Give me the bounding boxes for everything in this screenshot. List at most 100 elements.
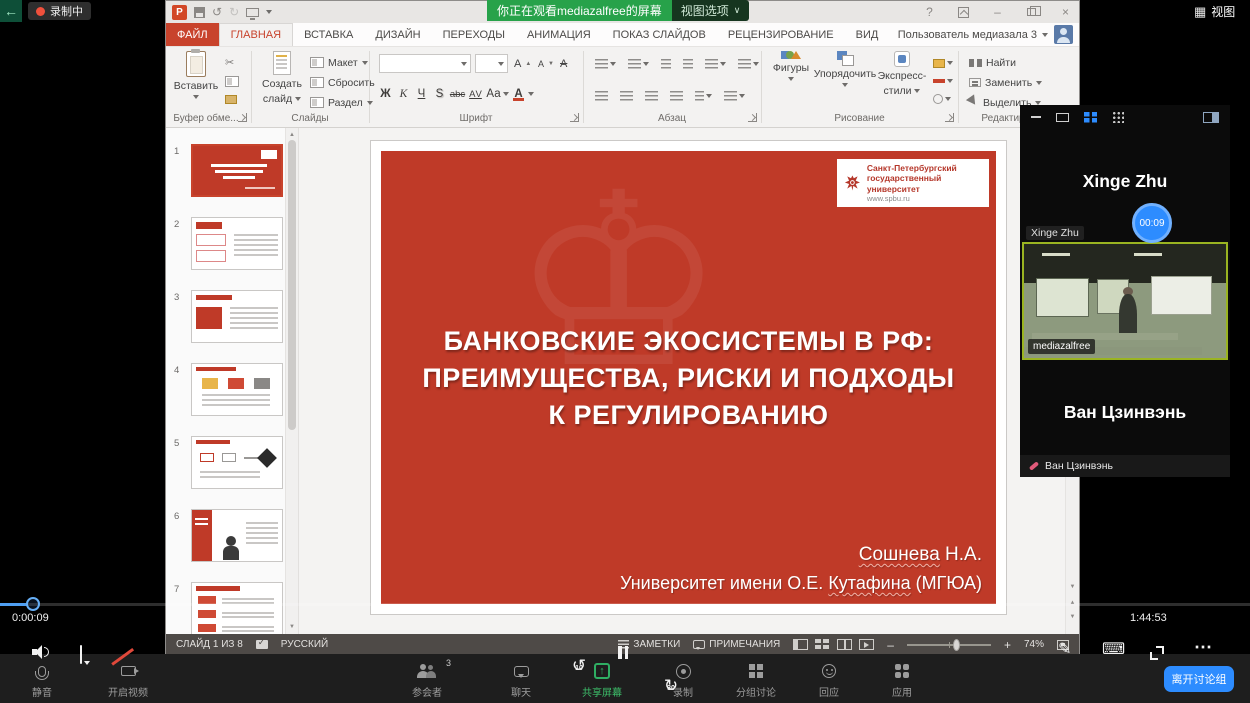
line-spacing-button[interactable] xyxy=(703,55,728,73)
text-shadow-button[interactable]: S xyxy=(431,85,448,103)
shape-effects-button[interactable] xyxy=(931,90,953,108)
thumbnail-row[interactable]: 4 xyxy=(166,363,299,416)
font-color-dropdown-icon[interactable] xyxy=(528,92,534,96)
playback-progress-bar[interactable] xyxy=(0,603,1250,606)
rewind-10-button[interactable]: ↺ 10 xyxy=(566,656,592,676)
playback-scrubber-handle[interactable] xyxy=(26,597,40,611)
replace-button[interactable]: Заменить xyxy=(969,74,1042,91)
breakout-rooms-button[interactable]: 分组讨论 xyxy=(716,654,796,699)
thumbnail-row[interactable]: 6 xyxy=(166,509,299,562)
tab-home[interactable]: ГЛАВНАЯ xyxy=(219,23,293,46)
more-options-button[interactable]: ⋯ xyxy=(1194,637,1212,658)
section-button[interactable]: Раздел xyxy=(310,94,373,111)
spellcheck-icon[interactable] xyxy=(256,640,268,649)
view-options-button[interactable]: 视图选项∨ xyxy=(672,0,750,21)
zoom-out-button[interactable]: – xyxy=(887,639,894,651)
scroll-down-icon[interactable]: ▼ xyxy=(286,622,298,632)
bold-button[interactable]: Ж xyxy=(377,85,394,103)
strikethrough-button[interactable]: abc xyxy=(449,85,466,103)
find-button[interactable]: Найти xyxy=(969,54,1016,71)
change-case-dropdown-icon[interactable] xyxy=(503,92,509,96)
paste-button[interactable]: Вставить xyxy=(173,51,219,99)
volume-button[interactable] xyxy=(32,645,51,659)
thumbnail-row[interactable]: 3 xyxy=(166,290,299,343)
shrink-font-button[interactable]: А▼ xyxy=(538,55,554,72)
undo-icon[interactable]: ↺ xyxy=(212,6,222,18)
save-icon[interactable] xyxy=(194,7,205,18)
zoom-level[interactable]: 74% xyxy=(1024,639,1044,650)
align-left-button[interactable] xyxy=(593,87,610,105)
speaker-view-icon[interactable] xyxy=(1056,113,1069,122)
slide-2-thumbnail[interactable] xyxy=(191,217,283,270)
editor-scroll-down-icon[interactable]: ▼ xyxy=(1066,582,1079,592)
slide-sorter-view-button[interactable] xyxy=(815,639,830,650)
player-chat-button[interactable] xyxy=(80,646,82,664)
underline-button[interactable]: Ч xyxy=(413,85,430,103)
mute-button[interactable]: 静音 xyxy=(2,654,82,699)
text-direction-button[interactable] xyxy=(736,55,761,73)
gallery-view-icon[interactable] xyxy=(1084,112,1097,123)
panel-minimize-icon[interactable] xyxy=(1031,116,1041,118)
thumbnail-row[interactable]: 7 xyxy=(166,582,299,635)
thumbnail-row[interactable]: 5 xyxy=(166,436,299,489)
scroll-up-icon[interactable]: ▲ xyxy=(286,130,298,140)
character-spacing-button[interactable]: АV xyxy=(467,85,484,103)
slide-canvas[interactable]: ♔ Санкт-Петербургский государственный ун… xyxy=(371,141,1006,614)
justify-button[interactable] xyxy=(668,87,685,105)
shapes-button[interactable]: Фигуры xyxy=(769,51,813,81)
new-slide-button[interactable]: Создать слайд xyxy=(258,51,306,105)
font-size-select[interactable] xyxy=(475,54,508,73)
clear-formatting-button[interactable]: А xyxy=(560,55,567,72)
panel-layout-icon[interactable] xyxy=(1203,112,1219,123)
redo-icon[interactable]: ↻ xyxy=(229,6,239,18)
slide-editor-area[interactable]: ♔ Санкт-Петербургский государственный ун… xyxy=(300,128,1065,634)
restore-button[interactable] xyxy=(1018,1,1045,23)
next-slide-button[interactable]: ▼ xyxy=(1066,612,1079,622)
normal-view-button[interactable] xyxy=(793,639,808,650)
align-center-button[interactable] xyxy=(618,87,635,105)
zoom-in-button[interactable]: + xyxy=(1004,639,1011,651)
annotate-button[interactable]: ✎ xyxy=(1058,641,1071,659)
minimize-button[interactable]: – xyxy=(984,1,1011,23)
participants-button[interactable]: 3 参会者 xyxy=(387,654,467,699)
slide-4-thumbnail[interactable] xyxy=(191,363,283,416)
grid-view-icon[interactable] xyxy=(1112,111,1124,123)
account-menu[interactable]: Пользователь медиазала 3 xyxy=(892,23,1054,46)
chat-button[interactable]: 聊天 xyxy=(481,654,561,699)
font-color-button[interactable]: А xyxy=(510,85,527,103)
format-painter-button[interactable] xyxy=(223,90,239,108)
layout-button[interactable]: Макет xyxy=(310,54,368,71)
shape-outline-button[interactable] xyxy=(931,72,955,90)
columns-button[interactable] xyxy=(693,87,714,105)
align-right-button[interactable] xyxy=(643,87,660,105)
tab-design[interactable]: ДИЗАЙН xyxy=(364,23,431,46)
smartart-convert-button[interactable] xyxy=(722,87,747,105)
zoom-slider-handle[interactable] xyxy=(953,639,960,651)
back-button[interactable]: ← xyxy=(0,0,22,22)
bullets-button[interactable] xyxy=(593,55,618,73)
clipboard-dialog-launcher[interactable] xyxy=(238,113,247,122)
slide-3-thumbnail[interactable] xyxy=(191,290,283,343)
arrange-button[interactable]: Упорядочить xyxy=(817,51,873,87)
thumbnail-scrollbar[interactable]: ▲ ▼ xyxy=(285,128,298,634)
change-case-button[interactable]: Аа xyxy=(485,85,502,103)
quick-styles-button[interactable]: Экспресс- стили xyxy=(877,51,927,97)
tab-insert[interactable]: ВСТАВКА xyxy=(293,23,364,46)
comments-button[interactable]: ПРИМЕЧАНИЯ xyxy=(693,639,780,650)
tab-view[interactable]: ВИД xyxy=(845,23,890,46)
thumbnail-row[interactable]: 2 xyxy=(166,217,299,270)
apps-button[interactable]: 应用 xyxy=(862,654,942,699)
reset-button[interactable]: Сбросить xyxy=(310,74,375,91)
start-slideshow-icon[interactable] xyxy=(246,8,259,17)
forward-30-button[interactable]: ↻ 30 xyxy=(658,676,684,696)
paragraph-dialog-launcher[interactable] xyxy=(748,113,757,122)
grow-font-button[interactable]: А▲ xyxy=(514,55,531,72)
font-name-select[interactable] xyxy=(379,54,471,73)
drawing-dialog-launcher[interactable] xyxy=(945,113,954,122)
reactions-button[interactable]: 回应 xyxy=(789,654,869,699)
start-video-button[interactable]: 开启视频 xyxy=(88,654,168,699)
pause-button[interactable] xyxy=(618,646,628,659)
close-button[interactable]: × xyxy=(1052,1,1079,23)
reading-view-button[interactable] xyxy=(837,639,852,650)
shape-fill-button[interactable] xyxy=(931,54,955,72)
